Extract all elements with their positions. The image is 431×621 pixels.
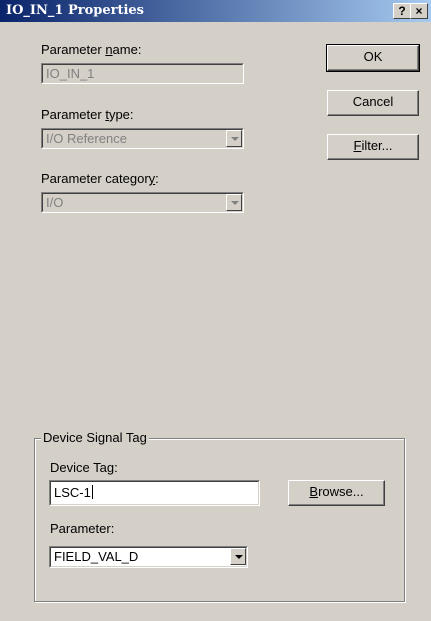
parameter-dropdown-button[interactable] (230, 548, 246, 565)
parameter-type-value: I/O Reference (42, 129, 243, 148)
parameter-category-label: Parameter category: (41, 171, 159, 186)
window-title: IO_IN_1 Properties (6, 3, 144, 18)
filter-button[interactable]: Filter... (327, 134, 419, 160)
parameter-type-dropdown-button[interactable] (226, 130, 242, 147)
chevron-down-icon (231, 201, 239, 205)
close-button[interactable]: × (410, 3, 428, 19)
parameter-name-field[interactable]: IO_IN_1 (41, 63, 244, 84)
parameter-category-select[interactable]: I/O (41, 192, 244, 213)
device-tag-label: Device Tag: (50, 460, 118, 475)
parameter-type-select[interactable]: I/O Reference (41, 128, 244, 149)
parameter-category-dropdown-button[interactable] (226, 194, 242, 211)
text-caret (91, 485, 93, 499)
browse-button[interactable]: Browse... (288, 480, 385, 506)
parameter-label: Parameter: (50, 521, 115, 536)
title-bar[interactable]: IO_IN_1 Properties ? × (0, 0, 431, 22)
cancel-button[interactable]: Cancel (327, 90, 419, 116)
parameter-name-label: Parameter name: (41, 42, 142, 57)
device-tag-value: LSC-1 (54, 485, 91, 500)
device-tag-value-wrap: LSC-1 (50, 481, 259, 505)
device-signal-tag-title: Device Signal Tag (41, 430, 149, 445)
ok-button[interactable]: OK (326, 44, 420, 72)
device-tag-input[interactable]: LSC-1 (49, 480, 260, 506)
parameter-select[interactable]: FIELD_VAL_D (49, 546, 248, 568)
parameter-value: FIELD_VAL_D (50, 547, 247, 567)
chevron-down-icon (231, 137, 239, 141)
parameter-category-value: I/O (42, 193, 243, 212)
parameter-name-value: IO_IN_1 (42, 64, 243, 83)
parameter-type-label: Parameter type: (41, 107, 134, 122)
help-button[interactable]: ? (393, 3, 411, 19)
chevron-down-icon (235, 555, 243, 559)
